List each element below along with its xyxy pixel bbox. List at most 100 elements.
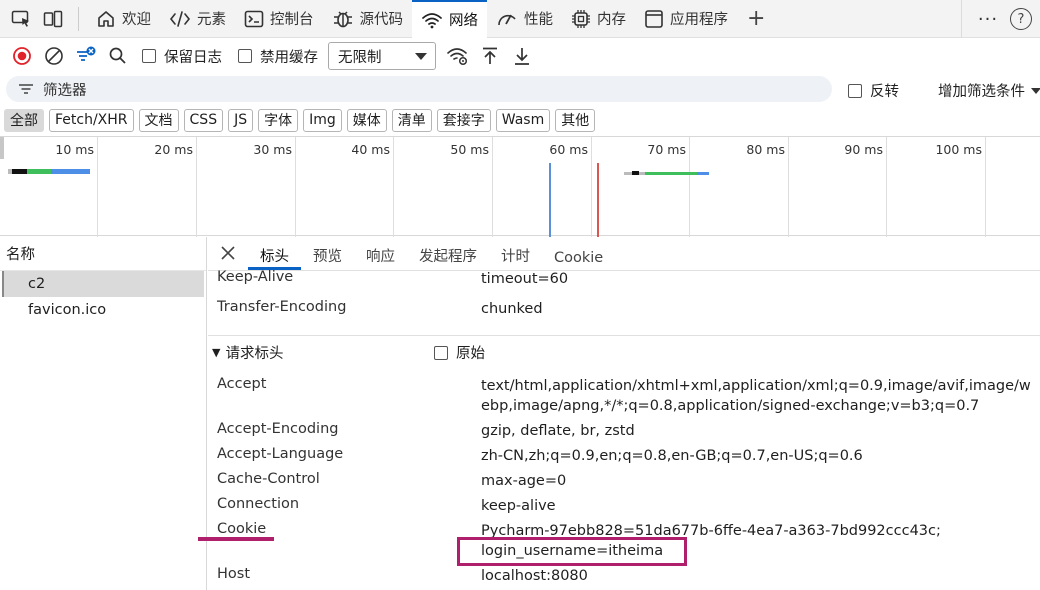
header-value: max-age=0 xyxy=(481,473,567,489)
device-emulation-icon[interactable] xyxy=(38,4,68,34)
filter-toggle-button[interactable] xyxy=(72,42,100,70)
disable-cache-checkbox[interactable]: 禁用缓存 xyxy=(238,46,318,67)
help-icon[interactable]: ? xyxy=(1010,8,1032,30)
tab-label: 元素 xyxy=(197,12,226,28)
filter-bar: 筛选器 反转 增加筛选条件 xyxy=(0,74,1040,104)
add-tab-icon[interactable]: + xyxy=(737,6,775,31)
chip-doc[interactable]: 文档 xyxy=(138,108,179,132)
tab-preview[interactable]: 预览 xyxy=(301,236,354,270)
chip-media[interactable]: 媒体 xyxy=(346,108,387,132)
chip-js[interactable]: JS xyxy=(228,108,254,132)
load-event-line xyxy=(597,163,599,237)
tab-headers[interactable]: 标头 xyxy=(248,236,301,270)
timeline-bar-segment xyxy=(632,171,639,175)
clear-button[interactable] xyxy=(40,42,68,70)
console-icon xyxy=(244,10,264,27)
timeline-gridline xyxy=(591,137,592,237)
inspect-element-icon[interactable] xyxy=(6,4,36,34)
download-icon xyxy=(515,48,529,65)
tab-initiator[interactable]: 发起程序 xyxy=(407,236,489,270)
timeline-tick-label: 80 ms xyxy=(746,142,785,157)
tab-application[interactable]: 应用程序 xyxy=(635,0,737,38)
tab-cookies[interactable]: Cookie xyxy=(542,236,615,270)
timeline-handle[interactable] xyxy=(0,137,4,159)
checkbox-box[interactable] xyxy=(142,49,156,63)
tab-sources[interactable]: 源代码 xyxy=(323,0,413,38)
header-key: Accept-Encoding xyxy=(217,421,339,437)
timeline-bar-segment xyxy=(27,169,51,174)
bug-icon xyxy=(333,10,352,27)
invert-checkbox[interactable]: 反转 xyxy=(848,80,899,101)
chip-font[interactable]: 字体 xyxy=(258,108,299,132)
header-row: Host localhost:8080 xyxy=(217,566,1036,586)
memory-chip-icon xyxy=(572,9,590,28)
timeline-gridline xyxy=(393,137,394,237)
checkbox-box[interactable] xyxy=(434,345,448,360)
triangle-down-icon: ▼ xyxy=(212,346,221,359)
request-row[interactable]: favicon.ico xyxy=(0,297,206,323)
header-key: Accept xyxy=(217,376,267,392)
clear-icon xyxy=(45,47,63,65)
timeline-bar-segment xyxy=(51,169,90,174)
close-icon xyxy=(221,246,235,260)
header-key: Keep-Alive xyxy=(217,269,294,285)
tab-performance[interactable]: 性能 xyxy=(487,0,562,38)
chip-css[interactable]: CSS xyxy=(183,108,224,132)
timeline-gridline xyxy=(196,137,197,237)
export-har-button[interactable] xyxy=(508,42,536,70)
timeline-bar-segment xyxy=(645,172,697,175)
preserve-log-checkbox[interactable]: 保留日志 xyxy=(142,46,222,67)
performance-icon xyxy=(498,14,516,25)
annotation-highlight-box xyxy=(457,537,687,566)
tab-label: 源代码 xyxy=(359,12,404,28)
header-key: Transfer-Encoding xyxy=(217,299,347,315)
chip-other[interactable]: 其他 xyxy=(555,108,596,132)
request-headers-section-toggle[interactable]: ▼ 请求标头 原始 xyxy=(208,335,1040,369)
network-conditions-button[interactable] xyxy=(444,42,472,70)
search-button[interactable] xyxy=(104,42,132,70)
tab-elements[interactable]: 元素 xyxy=(160,0,235,38)
raw-headers-checkbox[interactable]: 原始 xyxy=(434,342,485,363)
wifi-settings-icon xyxy=(447,48,468,66)
header-row: Accept-Encoding gzip, deflate, br, zstd xyxy=(217,421,1036,441)
tab-memory[interactable]: 内存 xyxy=(562,0,635,38)
more-options-icon[interactable]: ··· xyxy=(972,9,1004,30)
chip-socket[interactable]: 套接字 xyxy=(436,108,491,132)
timeline-tick-label: 40 ms xyxy=(351,142,390,157)
checkbox-box[interactable] xyxy=(238,49,252,63)
checkbox-box[interactable] xyxy=(848,83,862,98)
timeline-bar-segment xyxy=(697,172,709,175)
chip-fetch-xhr[interactable]: Fetch/XHR xyxy=(49,108,134,132)
tab-network[interactable]: 网络 xyxy=(412,0,487,38)
throttling-select[interactable]: 无限制 xyxy=(328,42,436,70)
throttling-value: 无限制 xyxy=(338,49,382,66)
tab-console[interactable]: 控制台 xyxy=(235,0,323,38)
application-icon xyxy=(645,9,663,28)
add-filter-dropdown[interactable]: 增加筛选条件 xyxy=(938,80,1040,101)
record-icon xyxy=(13,47,31,65)
chip-manifest[interactable]: 清单 xyxy=(391,108,432,132)
chip-wasm[interactable]: Wasm xyxy=(495,108,551,132)
header-value: gzip, deflate, br, zstd xyxy=(481,423,635,439)
close-detail-button[interactable] xyxy=(208,236,248,270)
import-har-button[interactable] xyxy=(476,42,504,70)
timeline-tick-label: 100 ms xyxy=(935,142,982,157)
tab-response[interactable]: 响应 xyxy=(354,236,407,270)
header-row: Accept text/html,application/xhtml+xml,a… xyxy=(217,376,1036,416)
filter-input[interactable]: 筛选器 xyxy=(6,76,832,102)
network-timeline-overview[interactable]: 10 ms 20 ms 30 ms 40 ms 50 ms 60 ms 70 m… xyxy=(0,136,1040,237)
request-row[interactable]: c2 xyxy=(2,271,204,297)
header-value: text/html,application/xhtml+xml,applicat… xyxy=(481,378,1031,414)
chip-all[interactable]: 全部 xyxy=(4,108,44,132)
name-column-header[interactable]: 名称 xyxy=(0,237,206,271)
disable-cache-label: 禁用缓存 xyxy=(260,49,318,66)
chip-img[interactable]: Img xyxy=(303,108,342,132)
record-button[interactable] xyxy=(8,42,36,70)
header-key: Accept-Language xyxy=(217,446,344,462)
timeline-tick-label: 60 ms xyxy=(549,142,588,157)
timeline-tick-label: 20 ms xyxy=(154,142,193,157)
tab-welcome[interactable]: 欢迎 xyxy=(87,0,160,38)
tab-timing[interactable]: 计时 xyxy=(489,236,542,270)
chevron-down-icon xyxy=(1031,87,1040,94)
header-key: Cookie xyxy=(217,521,267,537)
